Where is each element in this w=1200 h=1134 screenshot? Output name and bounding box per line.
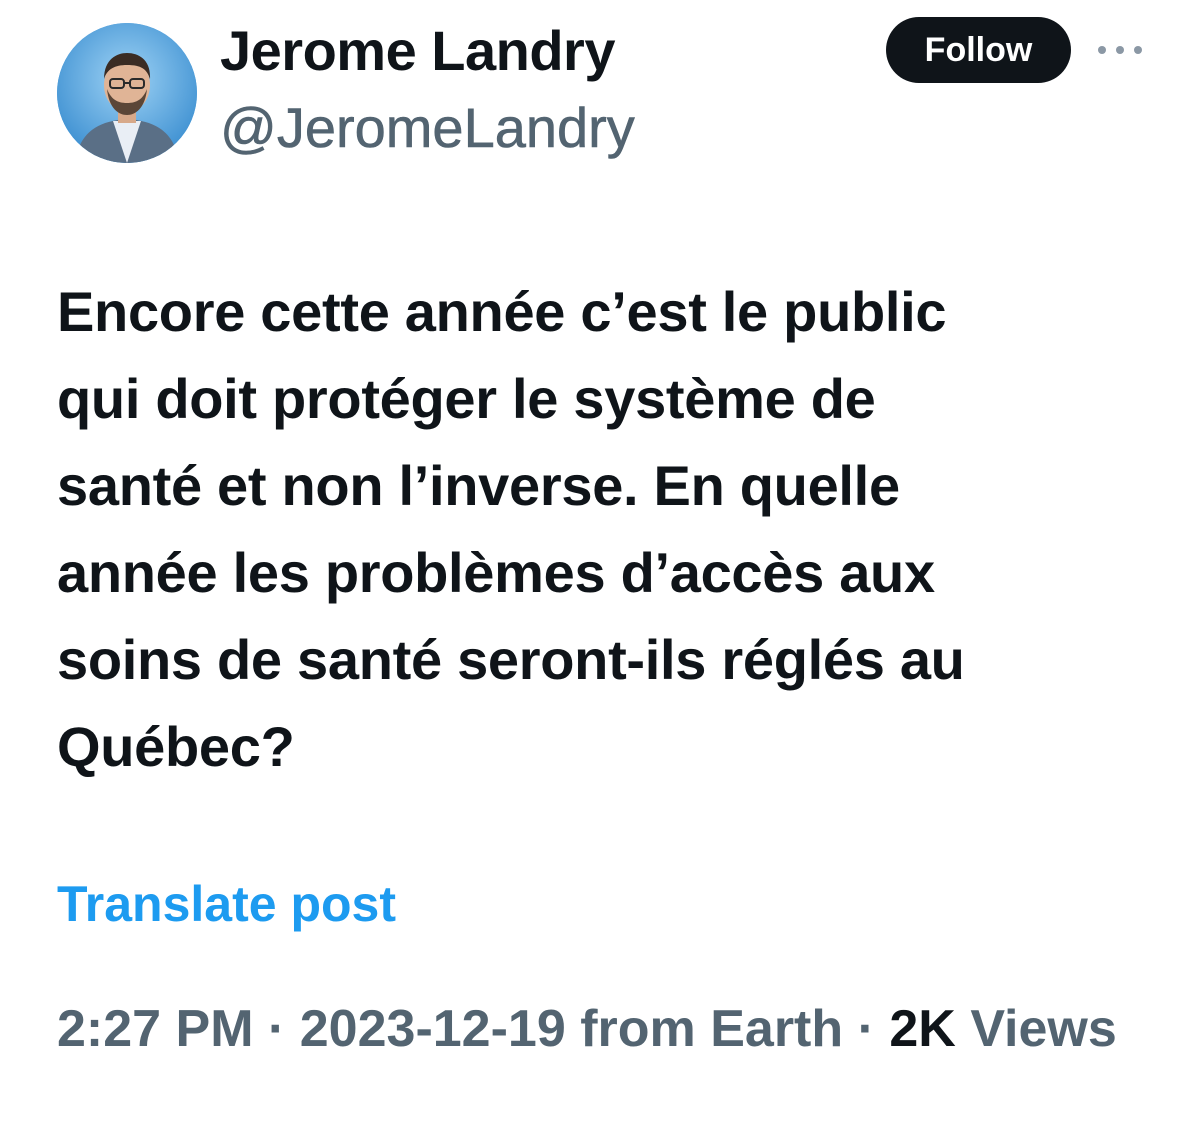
tweet-text-line: qui doit protéger le système de <box>57 367 876 430</box>
tweet-metadata: 2:27 PM · 2023-12-19 from Earth · 2K Vie… <box>57 990 1177 1068</box>
more-horizontal-icon <box>1098 46 1106 54</box>
post-time[interactable]: 2:27 PM <box>57 1000 254 1058</box>
display-name[interactable]: Jerome Landry <box>220 18 616 84</box>
tweet-text-line: soins de santé seront-ils réglés au <box>57 628 965 691</box>
tweet-text-line: Québec? <box>57 715 295 778</box>
avatar[interactable] <box>57 23 197 163</box>
follow-button[interactable]: Follow <box>886 17 1071 83</box>
separator-dot: · <box>267 1000 286 1058</box>
tweet-text-line: Encore cette année c’est le public <box>57 280 947 343</box>
post-location: from Earth <box>580 1000 844 1058</box>
translate-post-link[interactable]: Translate post <box>57 872 396 936</box>
tweet-text-line: année les problèmes d’accès aux <box>57 541 935 604</box>
views-label: Views <box>970 1000 1117 1058</box>
post-date[interactable]: 2023-12-19 <box>300 1000 566 1058</box>
more-horizontal-icon-dot <box>1116 46 1124 54</box>
tweet-text: Encore cette année c’est le public qui d… <box>57 268 1177 790</box>
more-horizontal-icon-dot <box>1134 46 1142 54</box>
separator-dot: · <box>857 1000 875 1058</box>
tweet-text-line: santé et non l’inverse. En quelle <box>57 454 900 517</box>
views-count[interactable]: 2K <box>889 1000 955 1058</box>
username-handle[interactable]: @JeromeLandry <box>220 95 635 161</box>
more-options-button[interactable] <box>1098 36 1142 64</box>
